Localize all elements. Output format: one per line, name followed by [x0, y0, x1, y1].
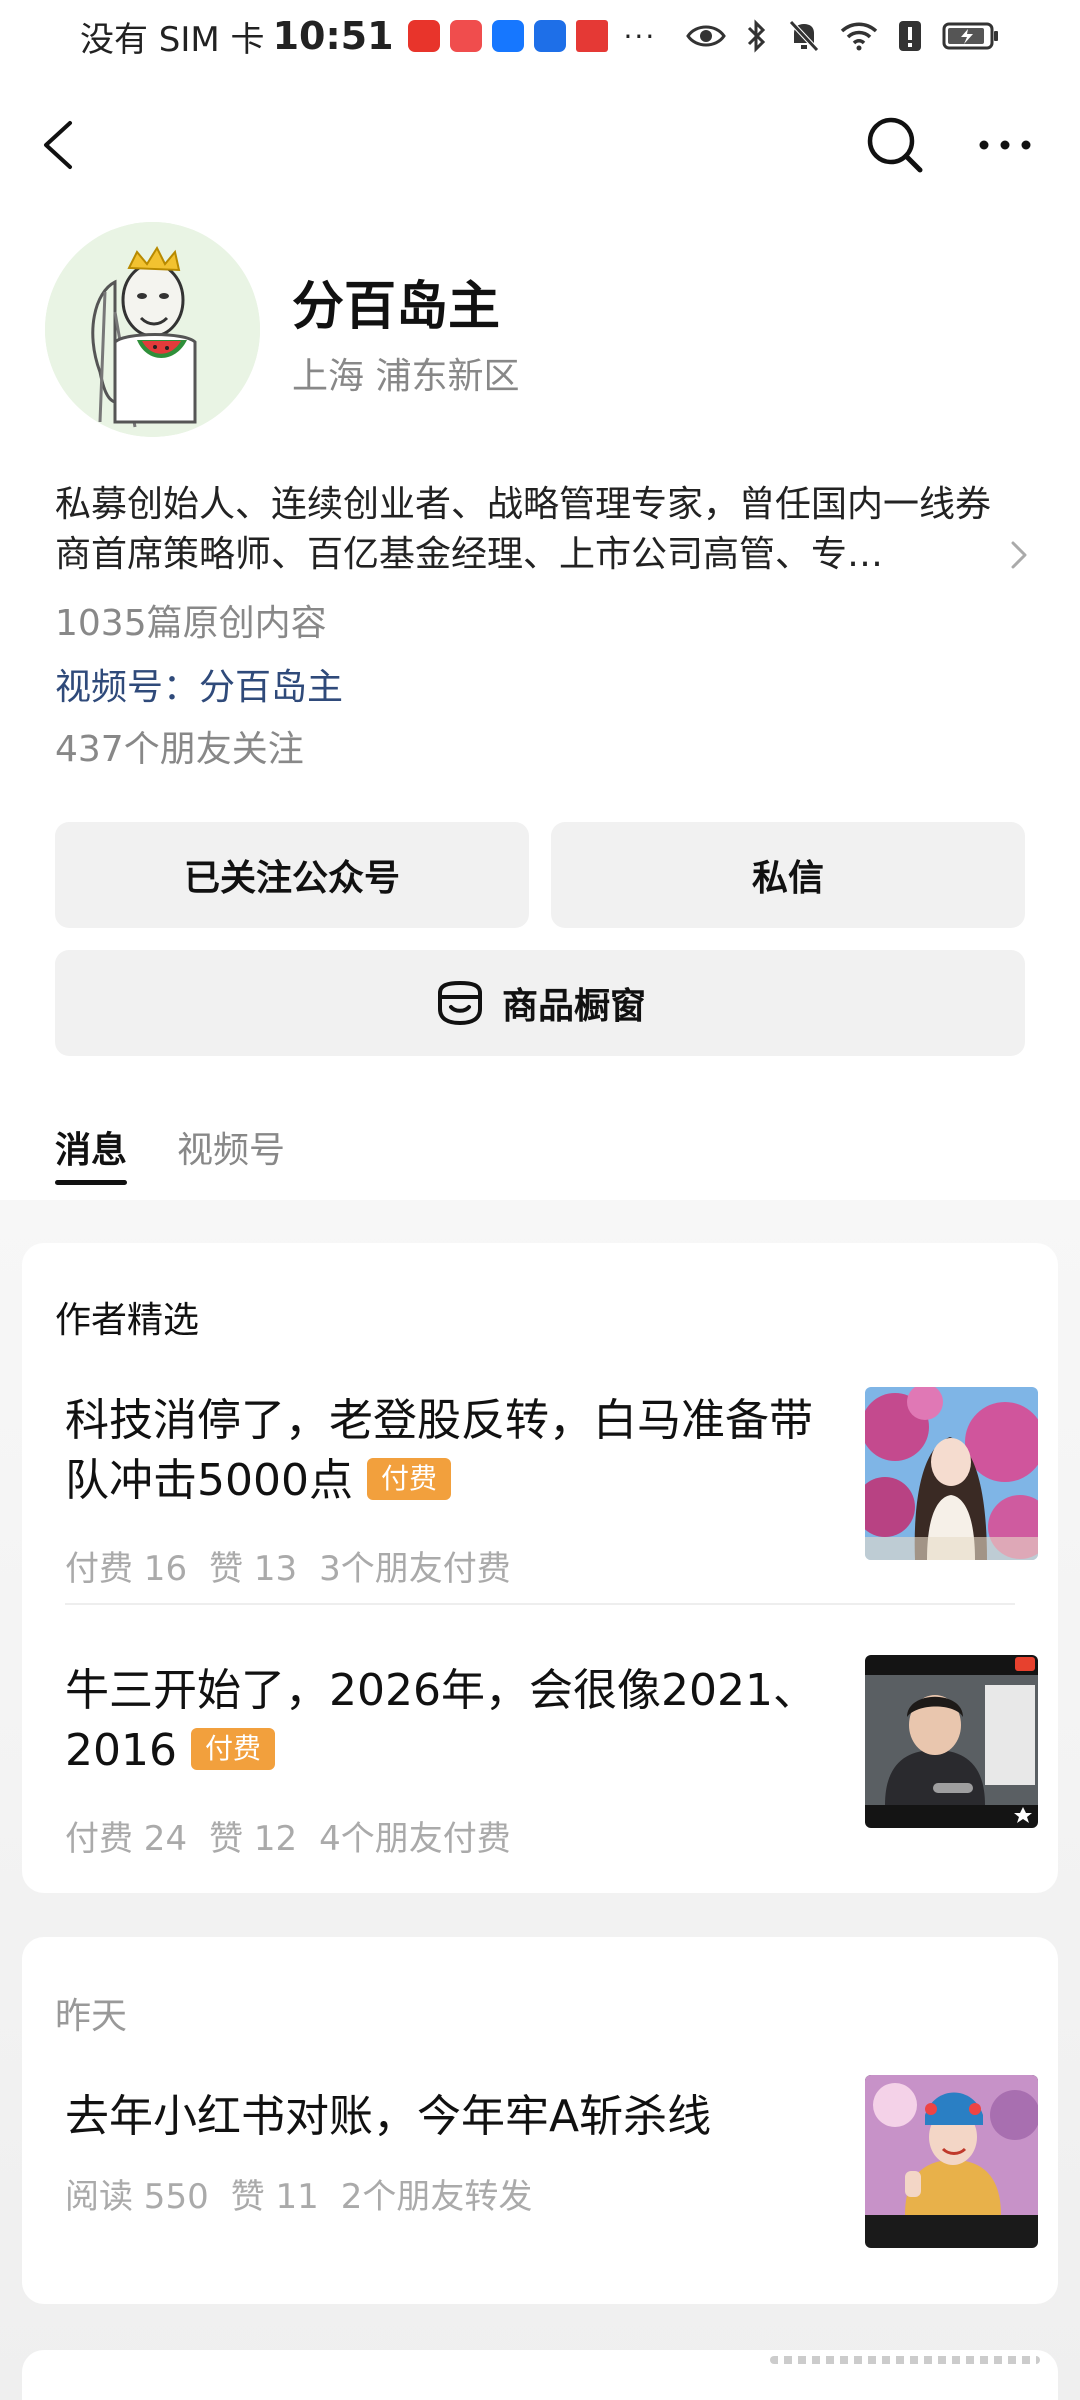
bluetooth-icon: [747, 19, 766, 53]
status-bar: 没有 SIM 卡 10:51 ···: [0, 0, 1080, 72]
tab-messages[interactable]: 消息: [55, 1115, 128, 1185]
article-item[interactable]: 牛三开始了，2026年，会很像2021、2016 付费 付费 24 赞 12 4个朋友…: [65, 1655, 1038, 1859]
book-app-icon: [575, 20, 608, 52]
system-status-icons: [686, 19, 1000, 53]
tab-video-channel[interactable]: 视频号: [177, 1115, 285, 1185]
shopping-app-icon: [449, 20, 482, 52]
shop-window-label: 商品橱窗: [501, 986, 646, 1027]
like-count: 赞 13: [209, 1549, 298, 1589]
read-count: 阅读 550: [65, 2177, 209, 2217]
carrier-text: 没有 SIM 卡: [80, 19, 265, 60]
featured-heading: 作者精选: [55, 1300, 200, 1341]
paid-badge: 付费: [366, 1458, 451, 1500]
friends-paid: 3个朋友付费: [319, 1549, 511, 1589]
paid-count: 付费 24: [65, 1819, 188, 1859]
lightbulb-app-icon: [533, 20, 566, 52]
chevron-right-icon[interactable]: [1003, 535, 1033, 575]
private-message-button[interactable]: 私信: [551, 822, 1025, 928]
date-heading: 昨天: [55, 1996, 128, 2037]
account-profile-header: 分百岛主 上海 浦东新区: [45, 222, 1035, 442]
video-app-icon: [407, 20, 440, 52]
content-tabs: 消息 视频号: [55, 1115, 285, 1185]
article-meta: 付费 16 赞 13 3个朋友付费: [65, 1541, 533, 1590]
article-item[interactable]: 科技消停了，老登股反转，白马准备带队冲击5000点 付费 付费 16 赞 13 3个朋…: [65, 1387, 1038, 1589]
friends-paid: 4个朋友付费: [319, 1819, 511, 1859]
like-count: 赞 11: [230, 2177, 319, 2217]
article-title-text: 牛三开始了，2026年，会很像2021、2016: [65, 1665, 817, 1776]
more-options-icon[interactable]: [970, 110, 1040, 180]
account-name: 分百岛主: [292, 277, 501, 337]
more-notifications-indicator: ···: [623, 19, 657, 53]
yesterday-articles-card: 昨天 去年小红书对账，今年牢A斩杀线 阅读 550 赞 11 2个朋友转发: [22, 1937, 1058, 2304]
gesture-indicator: [770, 2356, 1040, 2364]
article-thumbnail: [865, 1387, 1038, 1560]
original-content-count[interactable]: 1035篇原创内容: [55, 594, 327, 646]
clock-time: 10:51: [272, 14, 394, 58]
private-message-label: 私信: [751, 858, 824, 899]
eye-icon: [686, 25, 726, 47]
friends-shared: 2个朋友转发: [340, 2177, 533, 2217]
article-title: 去年小红书对账，今年牢A斩杀线: [65, 2091, 712, 2142]
battery-charging-icon: [942, 22, 998, 50]
featured-articles-card: 作者精选 科技消停了，老登股反转，白马准备带队冲击5000点 付费 付费 16 赞 …: [22, 1243, 1058, 1893]
account-bio[interactable]: 私募创始人、连续创业者、战略管理专家，曾任国内一线券商首席策略师、百亿基金经理、…: [55, 480, 1015, 580]
followed-account-label: 已关注公众号: [183, 858, 400, 899]
alert-sim-icon: [899, 21, 921, 51]
friends-following-count[interactable]: 437个朋友关注: [55, 720, 304, 772]
avatar[interactable]: [45, 222, 260, 437]
shop-window-button[interactable]: 商品橱窗: [55, 950, 1025, 1056]
article-meta: 阅读 550 赞 11 2个朋友转发: [65, 2169, 554, 2218]
mute-bell-icon: [789, 20, 819, 52]
followed-account-button[interactable]: 已关注公众号: [55, 822, 529, 928]
article-title: 科技消停了，老登股反转，白马准备带队冲击5000点 付费: [65, 1391, 825, 1511]
article-thumbnail: [865, 2075, 1038, 2248]
top-nav-bar: [0, 100, 1080, 190]
paid-badge: 付费: [190, 1728, 275, 1770]
article-title: 牛三开始了，2026年，会很像2021、2016 付费: [65, 1661, 825, 1781]
wifi-icon: [840, 22, 878, 51]
account-location: 上海 浦东新区: [292, 356, 520, 397]
back-arrow-icon[interactable]: [30, 115, 90, 175]
meme-avatar-illustration: [45, 222, 260, 437]
article-thumbnail: [865, 1655, 1038, 1828]
like-count: 赞 12: [209, 1819, 298, 1859]
article-meta: 付费 24 赞 12 4个朋友付费: [65, 1811, 533, 1860]
notification-app-icons: [407, 20, 608, 52]
alipay-icon: [491, 20, 524, 52]
search-icon[interactable]: [860, 110, 930, 180]
video-channel-link[interactable]: 视频号：分百岛主: [55, 658, 343, 710]
paid-count: 付费 16: [65, 1549, 188, 1589]
article-divider: [65, 1603, 1015, 1605]
shop-face-icon: [437, 980, 482, 1026]
article-item[interactable]: 去年小红书对账，今年牢A斩杀线 阅读 550 赞 11 2个朋友转发: [65, 2075, 1038, 2267]
